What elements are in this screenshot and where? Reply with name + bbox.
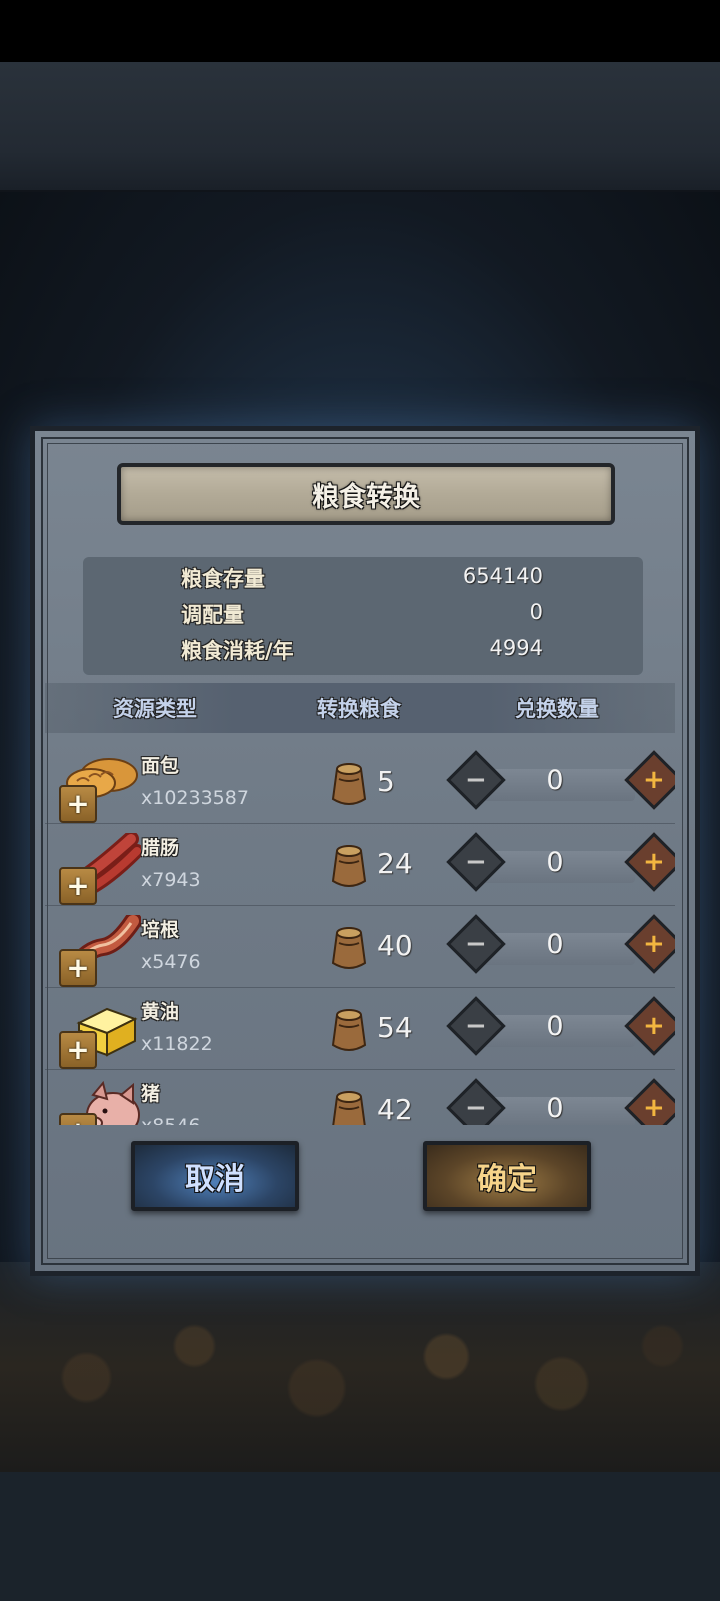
header-exchange-amount: 兑换数量 — [515, 697, 599, 721]
stat-label: 调配量 — [181, 603, 244, 627]
minus-icon: − — [465, 1092, 487, 1123]
confirm-button[interactable]: 确定 — [423, 1141, 591, 1211]
grain-value: 40 — [377, 929, 413, 962]
grain-value: 24 — [377, 847, 413, 880]
add-item-button[interactable]: + — [59, 949, 97, 987]
stat-row-grain-stock: 粮食存量 654140 — [83, 561, 643, 597]
item-count: x11822 — [141, 1033, 213, 1055]
stepper-value: 0 — [546, 1011, 564, 1042]
item-list[interactable]: + 面包 x10233587 5 0 − + + 腊肠 x7943 24 0 −… — [45, 741, 675, 1125]
confirm-label: 确定 — [477, 1162, 537, 1197]
header-grain-convert: 转换粮食 — [317, 697, 401, 721]
item-name: 培根 — [141, 919, 180, 941]
cancel-label: 取消 — [185, 1162, 245, 1197]
stat-value: 0 — [529, 600, 543, 624]
stepper-value: 0 — [546, 765, 564, 796]
list-item: + 黄油 x11822 54 0 − + — [45, 987, 675, 1070]
grain-value: 42 — [377, 1093, 413, 1125]
stepper-value: 0 — [546, 929, 564, 960]
top-banner — [0, 62, 720, 192]
plus-icon: + — [643, 928, 665, 959]
cancel-button[interactable]: 取消 — [131, 1141, 299, 1211]
stats-panel: 粮食存量 654140 调配量 0 粮食消耗/年 4994 — [83, 557, 643, 675]
grain-sack-icon — [331, 927, 367, 969]
title-plate: 粮食转换 — [117, 463, 615, 525]
background-scene — [0, 1262, 720, 1472]
status-bar — [0, 0, 720, 62]
quantity-stepper: 0 − + — [445, 996, 675, 1057]
minus-icon: − — [465, 846, 487, 877]
quantity-stepper: 0 − + — [445, 750, 675, 811]
dialog-title: 粮食转换 — [312, 481, 420, 513]
grain-sack-icon — [331, 763, 367, 805]
add-item-button[interactable]: + — [59, 1031, 97, 1069]
stepper-value: 0 — [546, 847, 564, 878]
plus-icon: + — [643, 1010, 665, 1041]
list-item: + 猪 x8546 42 0 − + — [45, 1069, 675, 1125]
stat-value: 4994 — [489, 636, 543, 660]
item-count: x5476 — [141, 951, 201, 973]
minus-icon: − — [465, 764, 487, 795]
stat-value: 654140 — [462, 564, 543, 588]
list-item: + 面包 x10233587 5 0 − + — [45, 741, 675, 824]
grain-value: 54 — [377, 1011, 413, 1044]
plus-icon: + — [643, 846, 665, 877]
grain-sack-icon — [331, 845, 367, 887]
grain-conversion-dialog: 粮食转换 粮食存量 654140 调配量 0 粮食消耗/年 4994 资源类型 … — [30, 426, 700, 1276]
item-count: x7943 — [141, 869, 201, 891]
item-name: 猪 — [141, 1083, 161, 1105]
quantity-stepper: 0 − + — [445, 1078, 675, 1125]
grain-sack-icon — [331, 1009, 367, 1051]
column-headers: 资源类型 转换粮食 兑换数量 — [45, 683, 675, 733]
item-name: 面包 — [141, 755, 180, 777]
minus-icon: − — [465, 1010, 487, 1041]
add-item-button[interactable]: + — [59, 785, 97, 823]
item-name: 黄油 — [141, 1001, 180, 1023]
add-item-button[interactable]: + — [59, 1113, 97, 1125]
list-item: + 腊肠 x7943 24 0 − + — [45, 823, 675, 906]
add-item-button[interactable]: + — [59, 867, 97, 905]
grain-value: 5 — [377, 765, 395, 798]
item-name: 腊肠 — [141, 837, 180, 859]
minus-icon: − — [465, 928, 487, 959]
stat-label: 粮食消耗/年 — [181, 639, 294, 663]
quantity-stepper: 0 − + — [445, 914, 675, 975]
bottom-banner — [0, 1472, 720, 1601]
item-count: x8546 — [141, 1115, 201, 1125]
stat-row-allocation: 调配量 0 — [83, 597, 643, 633]
stat-row-consumption: 粮食消耗/年 4994 — [83, 633, 643, 669]
list-item: + 培根 x5476 40 0 − + — [45, 905, 675, 988]
stat-label: 粮食存量 — [181, 567, 265, 591]
plus-icon: + — [643, 1092, 665, 1123]
grain-sack-icon — [332, 1091, 366, 1125]
plus-icon: + — [643, 764, 665, 795]
quantity-stepper: 0 − + — [445, 832, 675, 893]
header-resource-type: 资源类型 — [113, 697, 197, 721]
stepper-value: 0 — [546, 1093, 564, 1124]
item-count: x10233587 — [141, 787, 249, 809]
